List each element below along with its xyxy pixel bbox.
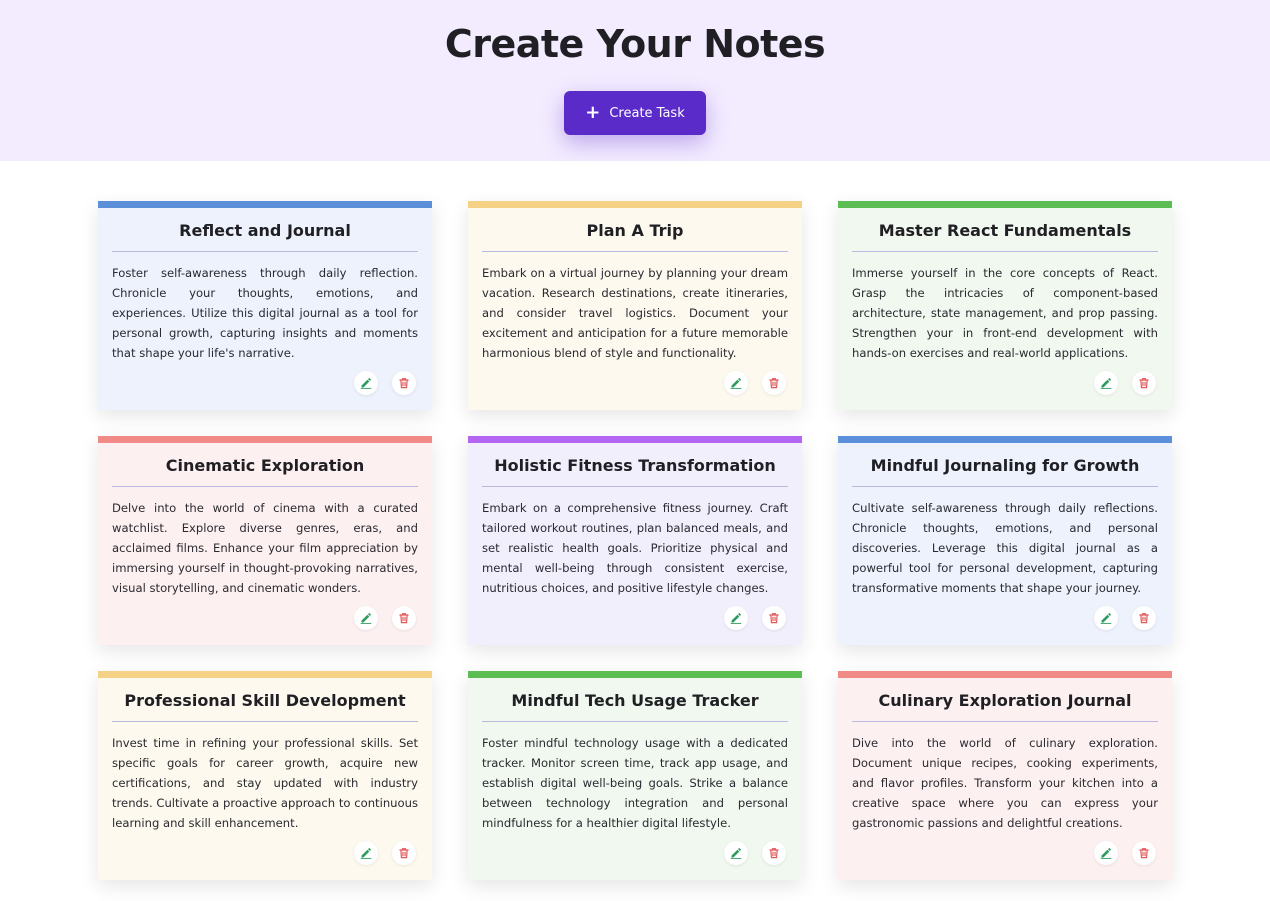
- note-actions: [724, 371, 786, 395]
- pencil-icon: [1100, 612, 1112, 624]
- note-card: Mindful Tech Usage Tracker Foster mindfu…: [468, 671, 802, 880]
- delete-button[interactable]: [392, 371, 416, 395]
- note-actions: [354, 371, 416, 395]
- page-title: Create Your Notes: [444, 22, 826, 66]
- note-card: Culinary Exploration Journal Dive into t…: [838, 671, 1172, 880]
- delete-button[interactable]: [392, 841, 416, 865]
- trash-icon: [1138, 377, 1150, 389]
- plus-icon: +: [585, 102, 601, 123]
- note-card: Plan A Trip Embark on a virtual journey …: [468, 201, 802, 410]
- trash-icon: [398, 377, 410, 389]
- note-body: Foster mindful technology usage with a d…: [482, 736, 788, 830]
- pencil-icon: [1100, 377, 1112, 389]
- trash-icon: [398, 612, 410, 624]
- note-title: Cinematic Exploration: [112, 456, 418, 487]
- note-actions: [724, 606, 786, 630]
- notes-grid: Reflect and Journal Foster self-awarenes…: [98, 201, 1172, 880]
- note-actions: [1094, 841, 1156, 865]
- pencil-icon: [360, 847, 372, 859]
- trash-icon: [768, 612, 780, 624]
- note-title: Mindful Journaling for Growth: [852, 456, 1158, 487]
- trash-icon: [1138, 612, 1150, 624]
- edit-button[interactable]: [1094, 606, 1118, 630]
- note-title: Culinary Exploration Journal: [852, 691, 1158, 722]
- delete-button[interactable]: [1132, 841, 1156, 865]
- note-card: Master React Fundamentals Immerse yourse…: [838, 201, 1172, 410]
- delete-button[interactable]: [762, 371, 786, 395]
- edit-button[interactable]: [1094, 371, 1118, 395]
- note-body: Foster self-awareness through daily refl…: [112, 266, 418, 360]
- note-title: Holistic Fitness Transformation: [482, 456, 788, 487]
- note-body: Dive into the world of culinary explorat…: [852, 736, 1158, 830]
- page-header: Create Your Notes + Create Task: [0, 0, 1270, 161]
- pencil-icon: [730, 612, 742, 624]
- delete-button[interactable]: [1132, 606, 1156, 630]
- delete-button[interactable]: [1132, 371, 1156, 395]
- pencil-icon: [1100, 847, 1112, 859]
- note-body: Immerse yourself in the core concepts of…: [852, 266, 1158, 360]
- pencil-icon: [360, 377, 372, 389]
- note-title: Plan A Trip: [482, 221, 788, 252]
- edit-button[interactable]: [354, 371, 378, 395]
- pencil-icon: [730, 847, 742, 859]
- delete-button[interactable]: [762, 841, 786, 865]
- note-title: Professional Skill Development: [112, 691, 418, 722]
- edit-button[interactable]: [724, 841, 748, 865]
- note-card: Holistic Fitness Transformation Embark o…: [468, 436, 802, 645]
- edit-button[interactable]: [354, 841, 378, 865]
- delete-button[interactable]: [392, 606, 416, 630]
- edit-button[interactable]: [354, 606, 378, 630]
- trash-icon: [1138, 847, 1150, 859]
- delete-button[interactable]: [762, 606, 786, 630]
- edit-button[interactable]: [724, 606, 748, 630]
- note-card: Cinematic Exploration Delve into the wor…: [98, 436, 432, 645]
- note-body: Embark on a virtual journey by planning …: [482, 266, 788, 360]
- pencil-icon: [360, 612, 372, 624]
- trash-icon: [768, 847, 780, 859]
- pencil-icon: [730, 377, 742, 389]
- note-body: Cultivate self-awareness through daily r…: [852, 501, 1158, 595]
- trash-icon: [398, 847, 410, 859]
- note-body: Embark on a comprehensive fitness journe…: [482, 501, 788, 595]
- note-title: Master React Fundamentals: [852, 221, 1158, 252]
- edit-button[interactable]: [724, 371, 748, 395]
- note-actions: [354, 606, 416, 630]
- note-actions: [1094, 606, 1156, 630]
- note-body: Invest time in refining your professiona…: [112, 736, 418, 830]
- note-card: Mindful Journaling for Growth Cultivate …: [838, 436, 1172, 645]
- note-actions: [724, 841, 786, 865]
- note-card: Reflect and Journal Foster self-awarenes…: [98, 201, 432, 410]
- note-card: Professional Skill Development Invest ti…: [98, 671, 432, 880]
- note-title: Mindful Tech Usage Tracker: [482, 691, 788, 722]
- note-actions: [1094, 371, 1156, 395]
- note-body: Delve into the world of cinema with a cu…: [112, 501, 418, 595]
- create-task-label: Create Task: [609, 105, 685, 121]
- note-title: Reflect and Journal: [112, 221, 418, 252]
- trash-icon: [768, 377, 780, 389]
- note-actions: [354, 841, 416, 865]
- create-task-button[interactable]: + Create Task: [564, 91, 706, 135]
- edit-button[interactable]: [1094, 841, 1118, 865]
